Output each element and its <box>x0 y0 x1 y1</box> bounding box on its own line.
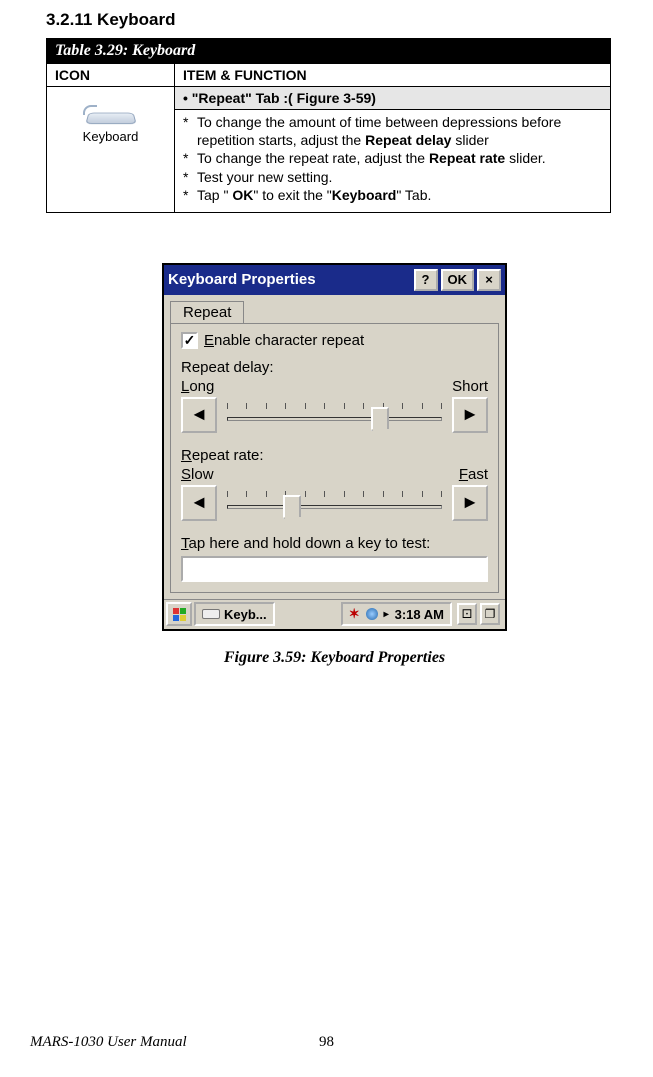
keyboard-properties-window: Keyboard Properties ? OK × Repeat ✓ Enab… <box>162 263 507 631</box>
rate-increase-button[interactable]: ► <box>452 485 488 521</box>
window-title: Keyboard Properties <box>168 271 316 288</box>
t: S <box>181 466 191 483</box>
t: Tap " <box>197 187 232 203</box>
repeat-rate-label: Repeat rate: <box>181 447 488 464</box>
slow-label: Slow <box>181 466 214 483</box>
repeat-delay-slider[interactable] <box>221 397 448 433</box>
list-item: To change the amount of time between dep… <box>183 114 604 149</box>
enable-repeat-label: Enable character repeat <box>204 332 364 349</box>
desktop-icon[interactable]: ⚀ <box>457 603 477 625</box>
content-cell: To change the amount of time between dep… <box>175 110 611 213</box>
tray-icon: ✶ <box>349 606 360 622</box>
icon-cell: Keyboard <box>47 87 175 213</box>
short-label: Short <box>452 378 488 395</box>
t: Repeat delay <box>365 132 451 148</box>
clock: 3:18 AM <box>395 607 444 622</box>
globe-icon <box>366 608 378 620</box>
t: T <box>181 535 189 552</box>
enable-repeat-checkbox[interactable]: ✓ <box>181 332 198 349</box>
footer-manual-name: MARS-1030 User Manual <box>30 1034 187 1051</box>
t: " Tab. <box>396 187 431 203</box>
tab-repeat[interactable]: Repeat <box>170 301 244 323</box>
list-item: Test your new setting. <box>183 169 604 187</box>
repeat-delay-label: Repeat delay: <box>181 359 488 376</box>
windows-logo-icon <box>173 608 186 621</box>
t: nable character repeat <box>214 332 364 349</box>
titlebar: Keyboard Properties ? OK × <box>164 265 505 295</box>
rate-decrease-button[interactable]: ◄ <box>181 485 217 521</box>
t: F <box>459 466 468 483</box>
keyboard-table: Table 3.29: Keyboard ICON ITEM & FUNCTIO… <box>46 38 611 213</box>
figure-caption: Figure 3.59: Keyboard Properties <box>46 649 623 667</box>
test-label: Tap here and hold down a key to test: <box>181 535 488 552</box>
close-button[interactable]: × <box>477 269 501 291</box>
t: ong <box>189 378 214 395</box>
page-number: 98 <box>319 1034 334 1051</box>
col-item: ITEM & FUNCTION <box>175 64 611 87</box>
tab-panel: ✓ Enable character repeat Repeat delay: … <box>170 323 499 593</box>
t: low <box>191 466 214 483</box>
table-title: Table 3.29: Keyboard <box>47 39 611 64</box>
windows-icon[interactable]: ❐ <box>480 603 500 625</box>
icon-label: Keyboard <box>83 129 139 144</box>
tray-arrow-icon: ▸ <box>384 609 389 620</box>
subheader: • "Repeat" Tab :( Figure 3-59) <box>175 87 611 110</box>
long-label: Long <box>181 378 214 395</box>
system-tray[interactable]: ✶ ▸ 3:18 AM <box>341 602 452 626</box>
col-icon: ICON <box>47 64 175 87</box>
delay-increase-button[interactable]: ► <box>452 397 488 433</box>
keyboard-icon <box>85 101 137 125</box>
keyboard-mini-icon <box>202 609 220 619</box>
t: slider <box>451 132 488 148</box>
t: ast <box>468 466 488 483</box>
section-heading: 3.2.11 Keyboard <box>46 10 623 30</box>
ok-button[interactable]: OK <box>441 269 475 291</box>
t: Repeat rate <box>429 150 505 166</box>
tab-bar: Repeat <box>164 295 505 323</box>
rate-slider-thumb[interactable] <box>283 495 301 519</box>
t: ap here and hold down a key to test: <box>189 535 431 552</box>
list-item: Tap " OK" to exit the "Keyboard" Tab. <box>183 187 604 205</box>
t: To change the repeat rate, adjust the <box>197 150 429 166</box>
page-footer: MARS-1030 User Manual 98 <box>30 1034 623 1051</box>
t: " to exit the " <box>253 187 331 203</box>
t: epeat rate: <box>192 447 264 464</box>
t: slider. <box>505 150 545 166</box>
repeat-rate-slider[interactable] <box>221 485 448 521</box>
list-item: To change the repeat rate, adjust the Re… <box>183 150 604 168</box>
start-button[interactable] <box>166 602 192 626</box>
delay-decrease-button[interactable]: ◄ <box>181 397 217 433</box>
t: R <box>181 447 192 464</box>
t: OK <box>232 187 253 203</box>
taskbar: Keyb... ✶ ▸ 3:18 AM ⚀ ❐ <box>164 599 505 629</box>
t: Keyboard <box>332 187 397 203</box>
fast-label: Fast <box>459 466 488 483</box>
taskbar-app-button[interactable]: Keyb... <box>194 602 275 626</box>
help-button[interactable]: ? <box>414 269 438 291</box>
delay-slider-thumb[interactable] <box>371 407 389 431</box>
taskbar-app-label: Keyb... <box>224 607 267 622</box>
test-input[interactable] <box>181 556 488 582</box>
t: E <box>204 332 214 349</box>
